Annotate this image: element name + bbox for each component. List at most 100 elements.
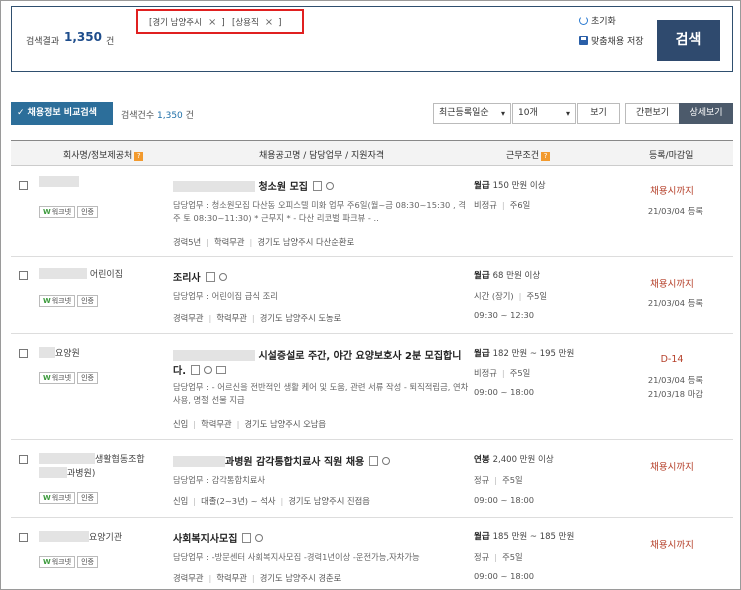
chevron-down-icon: ▾ <box>565 109 570 118</box>
filter-chip-region[interactable]: [경기 남양주시 ×] <box>149 16 225 28</box>
registered-date: 21/03/04 등록 <box>647 206 703 216</box>
deadline: 채용시까지 <box>650 186 694 197</box>
cert-badge: 인증 <box>77 556 98 568</box>
row-checkbox[interactable] <box>19 271 28 280</box>
close-icon[interactable]: × <box>208 17 216 28</box>
cert-badge: 인증 <box>77 295 98 307</box>
compare-jobs-button[interactable]: ✓ 채용정보 비교검색 <box>11 102 113 125</box>
table-row: 생활협동조합 과병원) W워크넷 인증 과병원 감각통합치료사 직원 채용 담당업… <box>11 440 733 518</box>
apply-view-button[interactable]: 보기 <box>577 103 620 124</box>
cert-badge: 인증 <box>77 372 98 384</box>
work-hours: 09:00 ~ 18:00 <box>474 387 535 397</box>
company-name-line2[interactable]: 과병원) <box>39 466 95 479</box>
redacted-text <box>173 350 255 361</box>
close-icon[interactable]: × <box>265 17 273 28</box>
filter-chip-employment[interactable]: [상용직 ×] <box>232 16 282 28</box>
header-company: 회사명/정보제공처? <box>63 148 144 161</box>
company-name[interactable]: 요양기관 <box>39 530 122 543</box>
job-duty: 담당업무 : -방문센터 사회복지사모집 -경력1년이상 -운전가능,자차가능 <box>173 552 420 562</box>
search-icon[interactable] <box>255 534 264 542</box>
help-icon[interactable]: ? <box>134 152 144 161</box>
company-name[interactable]: 어린이집 <box>39 267 123 280</box>
redacted-text <box>39 453 95 464</box>
work-hours: 09:00 ~ 18:00 <box>474 571 535 581</box>
header-conditions: 근무조건? <box>506 148 551 161</box>
save-custom-search-button[interactable]: 맞춤채용 저장 <box>579 34 644 47</box>
job-duty: 담당업무 : 어린이집 급식 조리 <box>173 291 278 301</box>
employment-type: 정규 | 주5일 <box>474 552 523 562</box>
search-icon[interactable] <box>204 366 212 374</box>
source-badges: W워크넷 인증 <box>39 206 100 218</box>
row-checkbox[interactable] <box>19 349 28 358</box>
pay: 월급 150 만원 이상 <box>474 181 546 191</box>
search-button[interactable]: 검색 <box>657 20 720 61</box>
job-search-page: 검색결과 1,350 건 [경기 남양주시 ×] [상용직 ×] 초기화 맞춤채용 … <box>0 0 741 590</box>
worknet-badge: W워크넷 <box>39 556 76 568</box>
row-checkbox[interactable] <box>19 533 28 542</box>
table-row: 요양원 W워크넷 인증 시설증설로 주간, 야간 요양보호사 2분 모집합니 다.… <box>11 334 733 440</box>
company-name[interactable]: 생활협동조합 <box>39 452 145 465</box>
pay: 월급 182 만원 ~ 195 만원 <box>474 349 575 359</box>
job-title-link-line2[interactable]: 다. <box>173 362 226 377</box>
job-title-link[interactable]: 청소원 모집 <box>173 178 334 193</box>
redacted-text <box>173 456 225 467</box>
worknet-badge: W워크넷 <box>39 206 76 218</box>
selected-filters: [경기 남양주시 ×] [상용직 ×] <box>136 9 304 34</box>
document-icon[interactable] <box>242 533 252 543</box>
worknet-badge: W워크넷 <box>39 372 76 384</box>
search-icon[interactable] <box>382 457 391 465</box>
redacted-text <box>39 176 79 187</box>
reset-button[interactable]: 초기화 <box>579 14 616 27</box>
help-icon[interactable]: ? <box>541 152 551 161</box>
redacted-text <box>173 181 255 192</box>
redacted-text <box>39 268 87 279</box>
row-checkbox[interactable] <box>19 181 28 190</box>
table-row: 어린이집 W워크넷 인증 조리사 담당업무 : 어린이집 급식 조리 경력무관 | 학… <box>11 257 733 334</box>
result-label: 검색결과 <box>26 37 60 47</box>
company-name[interactable] <box>39 176 79 188</box>
redacted-text <box>39 531 89 542</box>
job-requirements: 신입 | 대졸(2~3년) ~ 석사 | 경기도 남양주시 진접읍 <box>173 496 370 506</box>
floppy-disk-icon <box>579 36 588 45</box>
document-icon[interactable] <box>369 456 379 466</box>
cert-badge: 인증 <box>77 206 98 218</box>
header-title: 채용공고명 / 담당업무 / 지원자격 <box>259 151 385 161</box>
simple-view-button[interactable]: 간편보기 <box>625 103 680 124</box>
chevron-down-icon: ▾ <box>500 109 505 118</box>
table-row: W워크넷 인증 청소원 모집 담당업무 : 청소원모집 다산동 오피스텔 미화 업… <box>11 166 733 257</box>
redacted-text <box>39 467 67 478</box>
source-badges: W워크넷 인증 <box>39 295 100 307</box>
deadline: 채용시까지 <box>650 462 694 473</box>
employment-type: 시간 (장기) | 주5일 <box>474 291 547 301</box>
job-title-link[interactable]: 시설증설로 주간, 야간 요양보호사 2분 모집합니 <box>173 347 461 362</box>
employment-type: 정규 | 주5일 <box>474 475 523 485</box>
page-size-select[interactable]: 10개 ▾ <box>512 103 576 124</box>
job-title-link[interactable]: 사회복지사모집 <box>173 530 264 545</box>
mail-icon[interactable] <box>216 366 226 374</box>
sort-select[interactable]: 최근등록일순 ▾ <box>433 103 511 124</box>
closing-date: 21/03/18 마감 <box>647 389 703 399</box>
header-date: 등록/마감일 <box>649 151 694 161</box>
cert-badge: 인증 <box>77 492 98 504</box>
row-checkbox[interactable] <box>19 455 28 464</box>
deadline: D-14 <box>660 354 684 365</box>
checkmark-icon: ✓ <box>17 108 25 118</box>
search-icon[interactable] <box>325 182 334 190</box>
search-icon[interactable] <box>218 273 227 281</box>
employment-type: 비정규 | 주5일 <box>474 368 531 378</box>
document-icon[interactable] <box>205 272 215 282</box>
job-requirements: 신입 | 학력무관 | 경기도 남양주시 오남읍 <box>173 419 327 429</box>
pay: 월급 68 만원 이상 <box>474 271 541 281</box>
document-icon[interactable] <box>312 181 322 191</box>
company-name[interactable]: 요양원 <box>39 346 80 359</box>
pay: 월급 185 만원 ~ 185 만원 <box>474 532 575 542</box>
document-icon[interactable] <box>191 365 200 375</box>
table-header: 회사명/정보제공처? 채용공고명 / 담당업무 / 지원자격 근무조건? 등록/… <box>11 140 733 166</box>
registered-date: 21/03/04 등록 <box>647 298 703 308</box>
job-title-link[interactable]: 과병원 감각통합치료사 직원 채용 <box>173 453 391 468</box>
pay: 연봉 2,400 만원 이상 <box>474 455 554 465</box>
result-count: 1,350 <box>64 30 102 44</box>
job-title-link[interactable]: 조리사 <box>173 269 227 284</box>
detail-view-button[interactable]: 상세보기 <box>679 103 733 124</box>
job-requirements: 경력무관 | 학력무관 | 경기도 남양주시 도농로 <box>173 313 342 323</box>
